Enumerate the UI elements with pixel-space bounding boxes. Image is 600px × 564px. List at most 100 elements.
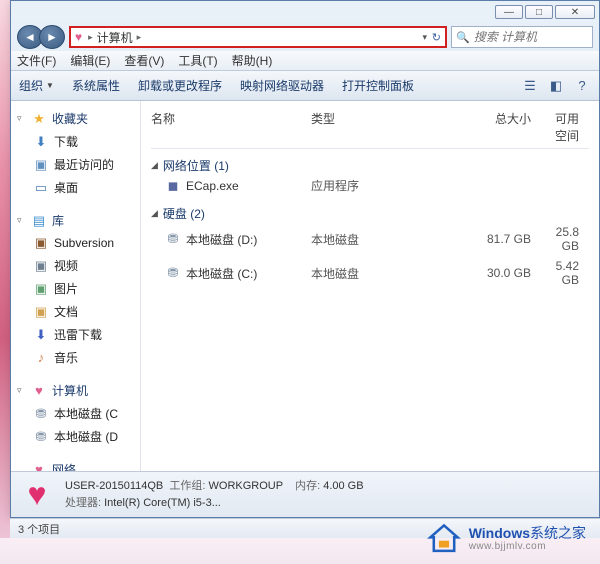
item-total: 81.7 GB bbox=[441, 232, 551, 246]
recent-icon: ▣ bbox=[33, 157, 49, 173]
sidebar-item-label: 桌面 bbox=[54, 179, 78, 196]
collapse-icon: ◢ bbox=[151, 208, 158, 219]
view-options-icon[interactable]: ☰ bbox=[521, 77, 539, 95]
col-free[interactable]: 可用空间 bbox=[551, 110, 589, 144]
watermark-url: www.bjjmlv.com bbox=[469, 541, 586, 553]
forward-button[interactable]: ► bbox=[39, 25, 65, 49]
sidebar-item-label: 视频 bbox=[54, 257, 78, 274]
group-disks[interactable]: ◢ 硬盘 (2) bbox=[151, 205, 589, 222]
search-box[interactable]: 🔍 bbox=[451, 26, 593, 48]
menu-edit[interactable]: 编辑(E) bbox=[70, 52, 110, 69]
close-button[interactable]: ✕ bbox=[555, 5, 595, 19]
sidebar-item-disk-c[interactable]: ⛃ 本地磁盘 (C bbox=[15, 402, 136, 425]
col-type[interactable]: 类型 bbox=[311, 110, 441, 144]
col-name[interactable]: 名称 bbox=[151, 110, 311, 144]
menu-file[interactable]: 文件(F) bbox=[17, 52, 56, 69]
breadcrumb[interactable]: ▸ 计算机 ▸ bbox=[88, 29, 141, 46]
sidebar-computer[interactable]: ▿ ♥ 计算机 bbox=[15, 379, 136, 402]
collapse-icon: ▿ bbox=[17, 113, 26, 124]
menu-view[interactable]: 查看(V) bbox=[124, 52, 164, 69]
sidebar-item-label: 音乐 bbox=[54, 349, 78, 366]
item-name: 本地磁盘 (C:) bbox=[186, 265, 257, 282]
library-icon: ▤ bbox=[31, 213, 47, 229]
breadcrumb-root[interactable]: 计算机 bbox=[97, 29, 133, 46]
menu-help[interactable]: 帮助(H) bbox=[232, 52, 273, 69]
heart-icon: ♥ bbox=[75, 30, 82, 44]
sidebar-item-downloads[interactable]: ⬇ 下载 bbox=[15, 130, 136, 153]
heart-icon: ♥ bbox=[31, 462, 47, 472]
address-dropdown-icon[interactable]: ▾ bbox=[422, 32, 427, 43]
item-name: 本地磁盘 (D:) bbox=[186, 231, 257, 248]
sidebar-item-label: 下载 bbox=[54, 133, 78, 150]
refresh-icon[interactable]: ↻ bbox=[432, 31, 441, 44]
sidebar-item-label: 图片 bbox=[54, 280, 78, 297]
details-memory-label: 内存: bbox=[295, 480, 320, 492]
tool-properties[interactable]: 系统属性 bbox=[72, 77, 120, 94]
tool-uninstall[interactable]: 卸载或更改程序 bbox=[138, 77, 222, 94]
preview-pane-icon[interactable]: ◧ bbox=[547, 77, 565, 95]
group-network-location[interactable]: ◢ 网络位置 (1) bbox=[151, 157, 589, 174]
item-ecap[interactable]: ◼ ECap.exe 应用程序 bbox=[151, 174, 589, 197]
address-bar[interactable]: ♥ ▸ 计算机 ▸ ▾ ↻ bbox=[69, 26, 447, 48]
sidebar-libraries-label: 库 bbox=[52, 212, 64, 229]
details-text: USER-20150114QB 工作组: WORKGROUP 内存: 4.00 … bbox=[65, 478, 364, 511]
search-input[interactable] bbox=[474, 30, 600, 44]
sidebar-favorites[interactable]: ▿ ★ 收藏夹 bbox=[15, 107, 136, 130]
sidebar-item-label: 文档 bbox=[54, 303, 78, 320]
group-label: 硬盘 (2) bbox=[163, 205, 205, 222]
item-type: 本地磁盘 bbox=[311, 265, 441, 282]
status-count: 3 个项目 bbox=[18, 521, 60, 537]
details-name: USER-20150114QB bbox=[65, 480, 163, 492]
item-type: 应用程序 bbox=[311, 177, 441, 194]
sidebar-item-label: 最近访问的 bbox=[54, 156, 114, 173]
disk-icon: ⛃ bbox=[165, 265, 181, 281]
folder-icon: ▣ bbox=[33, 235, 49, 251]
details-workgroup-label: 工作组: bbox=[169, 480, 205, 492]
tool-organize[interactable]: 组织 ▼ bbox=[19, 77, 54, 94]
sidebar-network[interactable]: ♥ 网络 bbox=[15, 458, 136, 471]
sidebar-item-pictures[interactable]: ▣ 图片 bbox=[15, 277, 136, 300]
item-name: ECap.exe bbox=[186, 179, 239, 193]
tool-control-panel[interactable]: 打开控制面板 bbox=[342, 77, 414, 94]
sidebar-item-video[interactable]: ▣ 视频 bbox=[15, 254, 136, 277]
watermark: Windows系统之家 www.bjjmlv.com bbox=[427, 522, 586, 556]
house-icon bbox=[427, 522, 461, 556]
sidebar-item-subversion[interactable]: ▣ Subversion bbox=[15, 232, 136, 254]
item-disk-c[interactable]: ⛃ 本地磁盘 (C:) 本地磁盘 30.0 GB 5.42 GB bbox=[151, 256, 589, 290]
group-label: 网络位置 (1) bbox=[163, 157, 229, 174]
explorer-window: — □ ✕ ◄ ► ♥ ▸ 计算机 ▸ ▾ ↻ 🔍 文件(F bbox=[10, 0, 600, 518]
sidebar-item-desktop[interactable]: ▭ 桌面 bbox=[15, 176, 136, 199]
chevron-right-icon: ▸ bbox=[137, 32, 142, 43]
details-memory: 4.00 GB bbox=[323, 480, 363, 492]
disk-icon: ⛃ bbox=[165, 231, 181, 247]
maximize-button[interactable]: □ bbox=[525, 5, 553, 19]
chevron-down-icon: ▼ bbox=[46, 81, 54, 90]
col-total[interactable]: 总大小 bbox=[441, 110, 551, 144]
minimize-button[interactable]: — bbox=[495, 5, 523, 19]
watermark-brand: Windows bbox=[469, 525, 530, 541]
titlebar: — □ ✕ bbox=[11, 1, 599, 23]
sidebar-item-disk-d[interactable]: ⛃ 本地磁盘 (D bbox=[15, 425, 136, 448]
chevron-right-icon: ▸ bbox=[88, 32, 93, 43]
sidebar-computer-label: 计算机 bbox=[52, 382, 88, 399]
toolbar: 组织 ▼ 系统属性 卸载或更改程序 映射网络驱动器 打开控制面板 ☰ ◧ ? bbox=[11, 71, 599, 101]
sidebar-network-label: 网络 bbox=[52, 461, 76, 471]
music-icon: ♪ bbox=[33, 350, 49, 366]
sidebar-libraries[interactable]: ▿ ▤ 库 bbox=[15, 209, 136, 232]
tool-map-drive[interactable]: 映射网络驱动器 bbox=[240, 77, 324, 94]
details-cpu: Intel(R) Core(TM) i5-3... bbox=[104, 497, 221, 509]
help-icon[interactable]: ? bbox=[573, 77, 591, 95]
tool-organize-label: 组织 bbox=[19, 77, 43, 94]
sidebar-item-documents[interactable]: ▣ 文档 bbox=[15, 300, 136, 323]
sidebar-item-label: 迅雷下载 bbox=[54, 326, 102, 343]
sidebar-item-thunder[interactable]: ⬇ 迅雷下载 bbox=[15, 323, 136, 346]
item-disk-d[interactable]: ⛃ 本地磁盘 (D:) 本地磁盘 81.7 GB 25.8 GB bbox=[151, 222, 589, 256]
watermark-suffix: 系统之家 bbox=[530, 525, 586, 541]
sidebar-item-music[interactable]: ♪ 音乐 bbox=[15, 346, 136, 369]
disk-icon: ⛃ bbox=[33, 429, 49, 445]
sidebar-item-recent[interactable]: ▣ 最近访问的 bbox=[15, 153, 136, 176]
menu-tools[interactable]: 工具(T) bbox=[178, 52, 217, 69]
heart-icon: ♥ bbox=[19, 477, 55, 513]
collapse-icon: ▿ bbox=[17, 385, 26, 396]
item-total: 30.0 GB bbox=[441, 266, 551, 280]
